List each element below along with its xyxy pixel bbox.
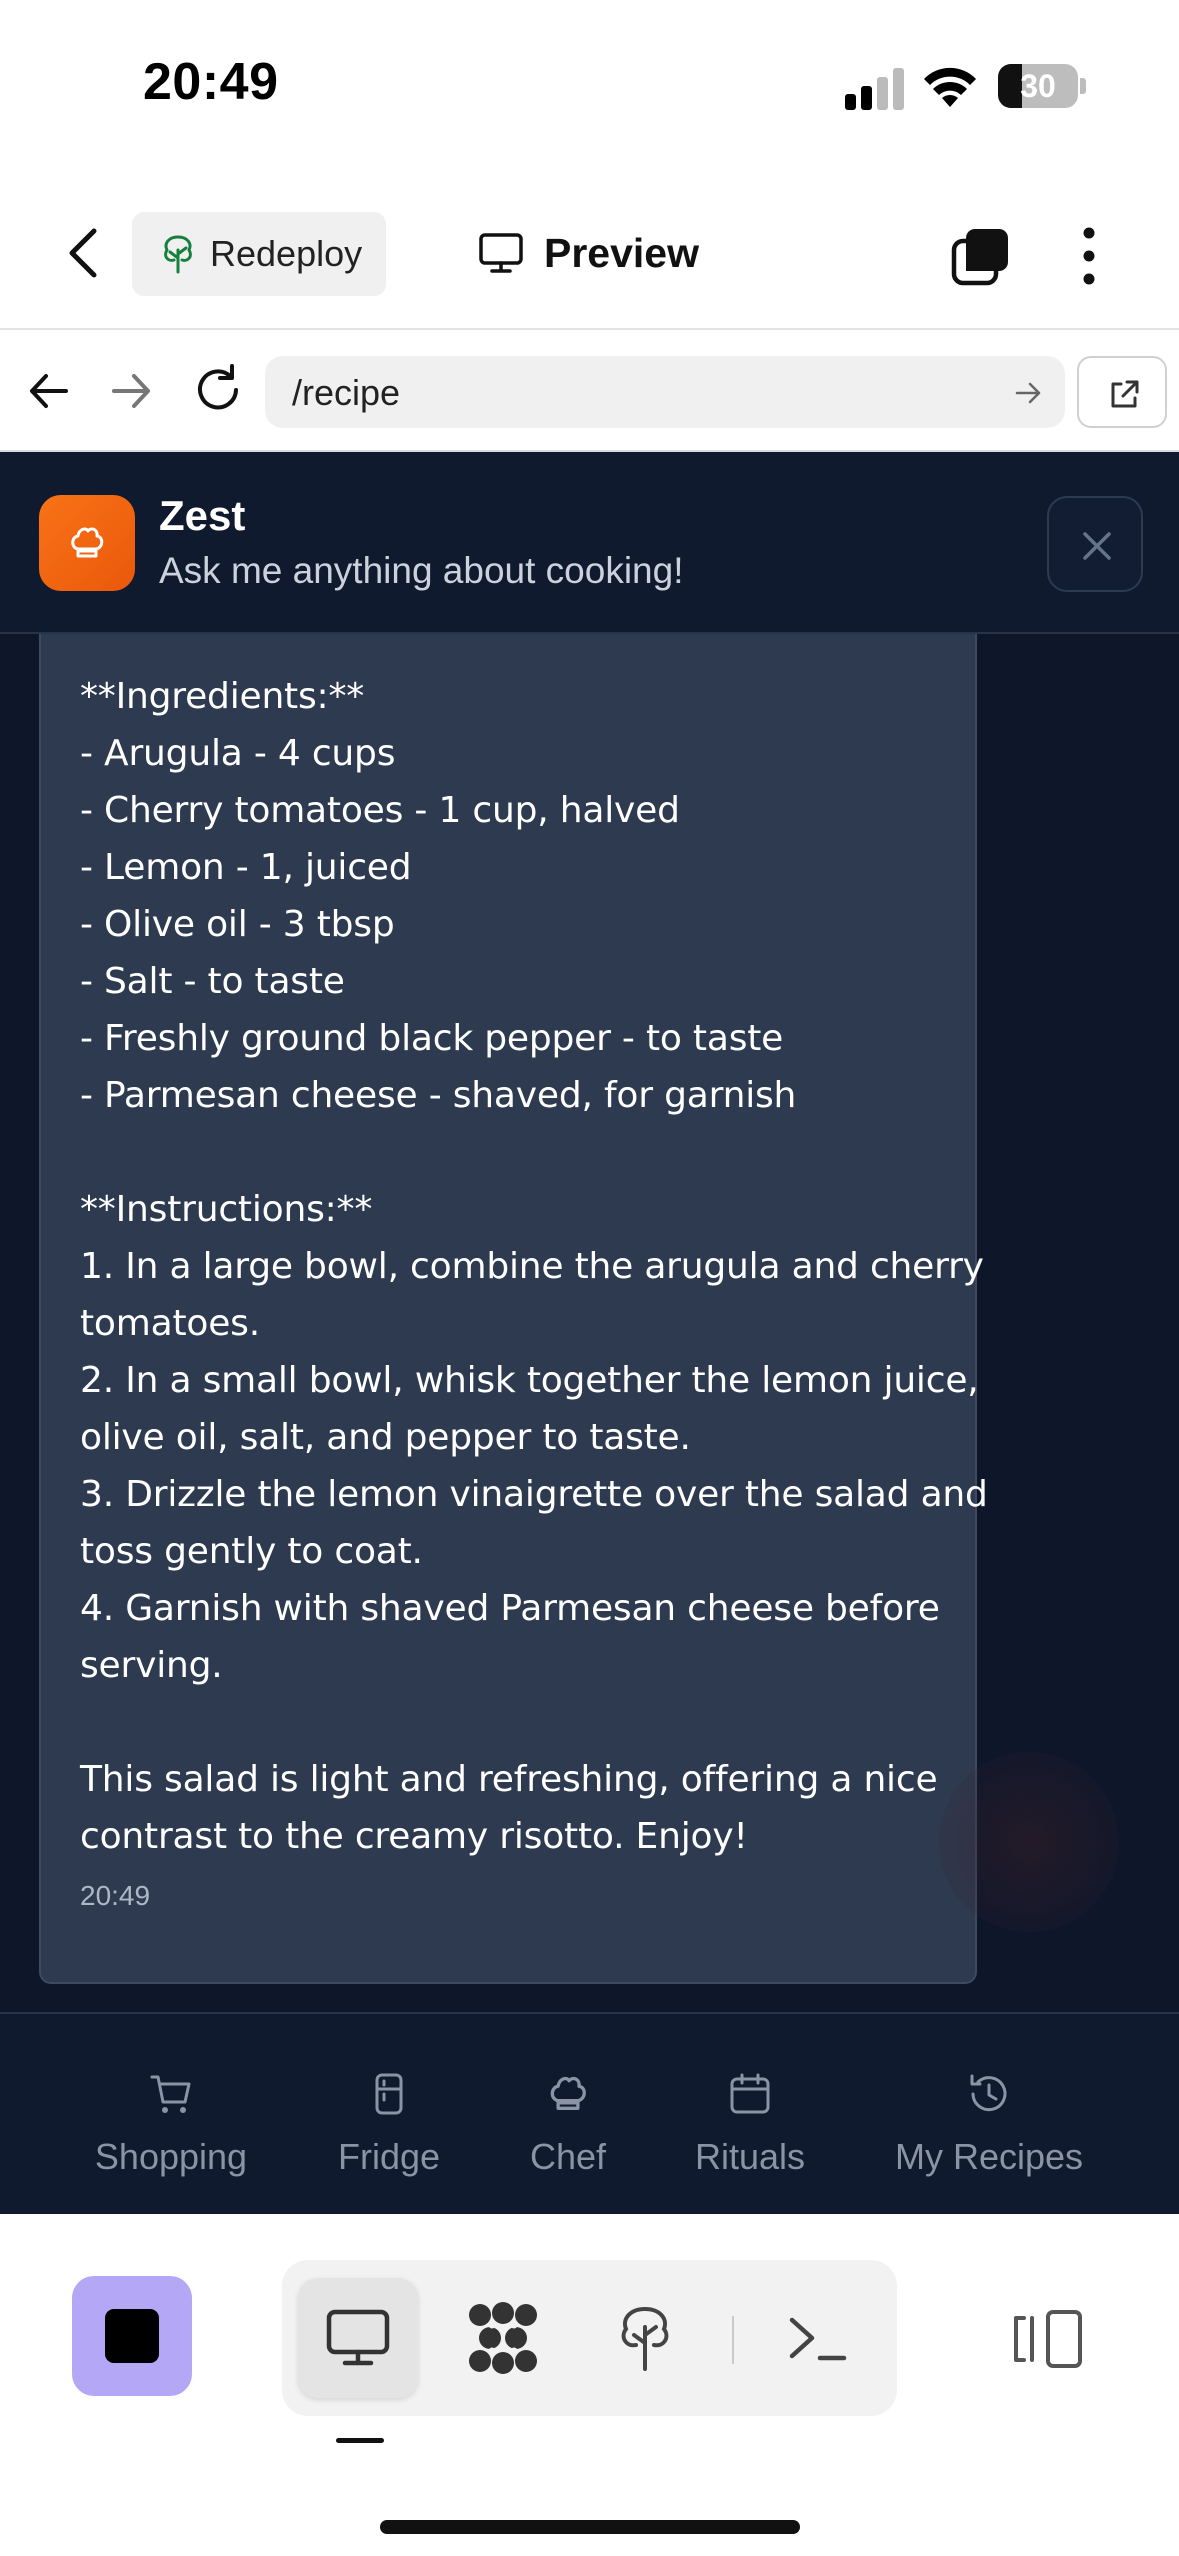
message-line: serving. <box>80 1645 223 1686</box>
bottom-toolbar <box>0 2214 1179 2556</box>
message-line: **Instructions:** <box>80 1189 373 1230</box>
message-timestamp: 20:49 <box>80 1880 151 1911</box>
nav-label: My Recipes <box>894 2136 1084 2177</box>
monitor-icon <box>326 2309 390 2366</box>
back-chevron-icon[interactable] <box>60 225 110 281</box>
message-line: tomatoes. <box>80 1303 260 1344</box>
message-line: olive oil, salt, and pepper to taste. <box>80 1417 691 1458</box>
nav-my-recipes[interactable]: My Recipes <box>885 2014 1093 2214</box>
preview-tab[interactable]: Preview <box>478 221 699 285</box>
arrow-left-icon[interactable] <box>24 366 74 416</box>
chef-hat-icon <box>71 527 104 558</box>
nav-label: Shopping <box>94 2136 248 2177</box>
battery-icon: 30 <box>998 64 1078 108</box>
nav-rituals[interactable]: Rituals <box>688 2014 812 2214</box>
monitor-icon <box>479 233 523 273</box>
calendar-icon <box>730 2073 770 2114</box>
wifi-icon <box>924 67 976 107</box>
message-line: - Freshly ground black pepper - to taste <box>80 1018 784 1059</box>
more-options-icon[interactable] <box>1072 225 1106 287</box>
nav-label: Chef <box>529 2136 607 2177</box>
cart-icon <box>150 2075 191 2113</box>
message-line: - Parmesan cheese - shaved, for garnish <box>80 1075 797 1116</box>
assistant-name: Zest <box>159 492 246 539</box>
app-header: Redeploy Preview <box>0 175 1179 330</box>
message-line: This salad is light and refreshing, offe… <box>80 1759 938 1800</box>
view-switcher <box>282 2260 897 2416</box>
workflow-view-button[interactable] <box>443 2278 563 2398</box>
close-icon <box>1083 532 1111 560</box>
preview-label: Preview <box>544 229 699 276</box>
status-time: 20:49 <box>143 53 279 111</box>
nodes-icon <box>469 2302 537 2374</box>
desktop-view-button[interactable] <box>298 2278 418 2398</box>
arrow-right-icon[interactable] <box>106 366 156 416</box>
browser-url-bar: /recipe <box>0 332 1179 452</box>
cellular-signal-icon <box>845 68 905 110</box>
message-line: 3. Drizzle the lemon vinaigrette over th… <box>80 1474 988 1515</box>
redeploy-label: Redeploy <box>210 233 363 274</box>
redeploy-button[interactable]: Redeploy <box>132 212 386 296</box>
message-line: - Salt - to taste <box>80 961 345 1002</box>
message-list[interactable]: **Ingredients:** - Arugula - 4 cups - Ch… <box>0 634 1179 2012</box>
message-line: - Olive oil - 3 tbsp <box>80 904 395 945</box>
url-text: /recipe <box>292 372 401 413</box>
nav-chef[interactable]: Chef <box>522 2014 614 2214</box>
home-indicator <box>380 2520 800 2534</box>
external-link-icon <box>1111 380 1139 408</box>
message-line: contrast to the creamy risotto. Enjoy! <box>80 1816 748 1857</box>
tabs-icon[interactable] <box>950 225 1012 287</box>
message-line: 1. In a large bowl, combine the arugula … <box>80 1246 984 1287</box>
nav-fridge[interactable]: Fridge <box>333 2014 445 2214</box>
close-chat-button[interactable] <box>1047 496 1143 592</box>
nav-label: Fridge <box>337 2136 441 2177</box>
nav-label: Rituals <box>694 2136 806 2177</box>
fridge-icon <box>375 2073 403 2115</box>
active-view-indicator <box>336 2438 384 2443</box>
assistant-message-bubble: **Ingredients:** - Arugula - 4 cups - Ch… <box>39 634 988 1984</box>
go-arrow-icon[interactable] <box>1013 378 1043 408</box>
web-content: Zest Ask me anything about cooking! **In… <box>0 452 1179 2214</box>
deploy-view-button[interactable] <box>585 2278 705 2398</box>
message-line: 4. Garnish with shaved Parmesan cheese b… <box>80 1588 940 1629</box>
message-line: toss gently to coat. <box>80 1531 423 1572</box>
battery-level: 30 <box>1020 68 1056 104</box>
stop-button[interactable] <box>72 2276 192 2396</box>
battery-tip <box>1080 78 1086 94</box>
open-external-button[interactable] <box>1077 356 1167 428</box>
url-input[interactable]: /recipe <box>265 356 1065 428</box>
message-line: - Cherry tomatoes - 1 cup, halved <box>80 790 680 831</box>
side-panel-icon[interactable] <box>1010 2308 1084 2370</box>
message-line: **Ingredients:** <box>80 676 365 717</box>
app-bottom-nav: Shopping Fridge Chef Rituals My Recipes <box>0 2012 1179 2214</box>
assistant-subtitle: Ask me anything about cooking! <box>159 550 684 591</box>
chat-header: Zest Ask me anything about cooking! <box>0 452 1179 634</box>
tree-icon <box>164 235 192 274</box>
tree-icon <box>621 2307 669 2371</box>
terminal-button[interactable] <box>758 2278 878 2398</box>
reload-icon[interactable] <box>190 362 246 418</box>
stop-icon <box>105 2309 159 2363</box>
status-bar: 20:49 30 <box>0 0 1179 175</box>
assistant-avatar <box>39 495 135 591</box>
message-line: - Lemon - 1, juiced <box>80 847 412 888</box>
chef-hat-icon <box>550 2076 586 2110</box>
nav-shopping[interactable]: Shopping <box>89 2014 253 2214</box>
terminal-icon <box>789 2317 847 2361</box>
segment-divider <box>732 2316 734 2364</box>
message-line: - Arugula - 4 cups <box>80 733 396 774</box>
message-line: 2. In a small bowl, whisk together the l… <box>80 1360 979 1401</box>
history-icon <box>970 2074 1007 2112</box>
